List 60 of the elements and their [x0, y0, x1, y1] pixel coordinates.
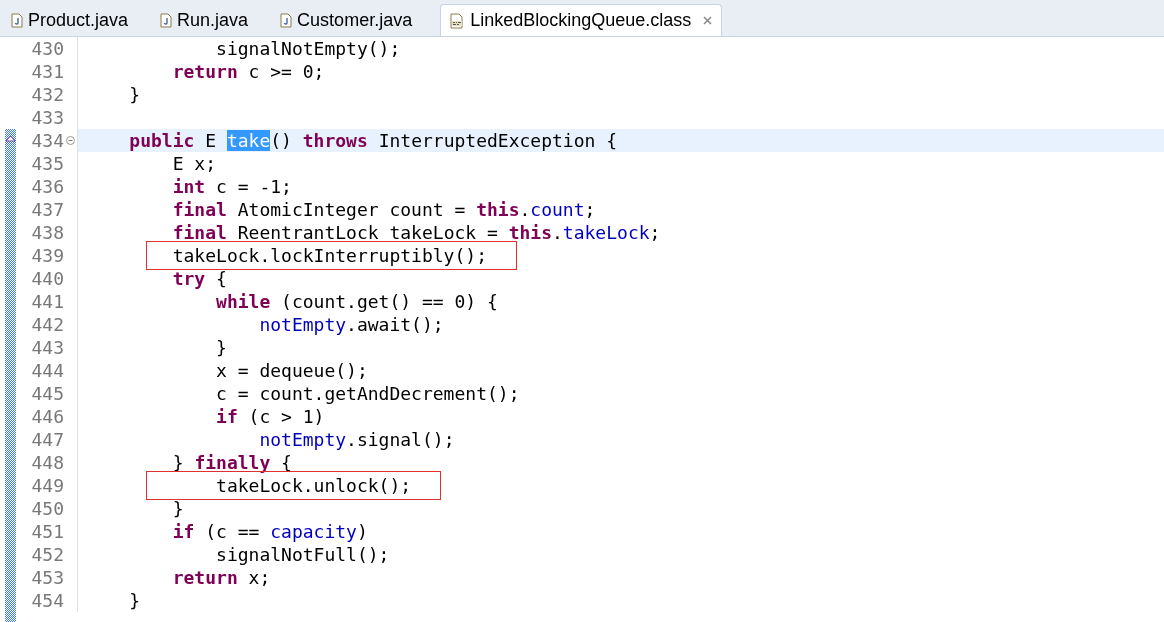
code-line: E x;	[171, 152, 217, 176]
line-number: 434	[31, 129, 64, 153]
code-line: }	[128, 589, 141, 613]
line-number: 437	[31, 198, 64, 222]
line-number: 452	[31, 543, 64, 567]
line-number: 449	[31, 474, 64, 498]
code-line: }	[128, 83, 141, 107]
code-line: int c = -1;	[171, 175, 292, 199]
line-number: 440	[31, 267, 64, 291]
code-line: notEmpty.await();	[258, 313, 444, 337]
code-line: x = dequeue();	[215, 359, 368, 383]
code-line: return x;	[171, 566, 271, 590]
code-line: if (c > 1)	[215, 405, 325, 429]
line-number: 442	[31, 313, 64, 337]
line-number: 448	[31, 451, 64, 475]
line-number: 446	[31, 405, 64, 429]
java-file-icon	[280, 12, 293, 28]
java-file-icon	[160, 12, 173, 28]
line-number: 430	[31, 37, 64, 61]
code-line: } finally {	[171, 451, 292, 475]
editor-tab[interactable]: Run.java	[152, 4, 273, 36]
line-number: 441	[31, 290, 64, 314]
line-number: 433	[31, 106, 64, 130]
code-line: final AtomicInteger count = this.count;	[171, 198, 596, 222]
class-file-icon	[449, 12, 466, 29]
code-line: takeLock.lockInterruptibly();	[171, 245, 487, 266]
code-line: public E take() throws InterruptedException {	[128, 129, 618, 153]
code-line: if (c == capacity)	[171, 520, 368, 544]
override-marker-icon	[5, 135, 16, 142]
line-number: 447	[31, 428, 64, 452]
code-line: final ReentrantLock takeLock = this.takeLock;	[171, 221, 661, 245]
code-line: }	[215, 336, 227, 360]
line-number: 450	[31, 497, 64, 521]
line-number: 445	[31, 382, 64, 406]
code-line: try {	[171, 267, 227, 291]
line-number: 432	[31, 83, 64, 107]
line-number: 444	[31, 359, 64, 383]
line-number: 454	[31, 589, 64, 613]
line-number: 443	[31, 336, 64, 360]
line-number: 431	[31, 60, 64, 84]
line-number: 438	[31, 221, 64, 245]
code-line: signalNotEmpty();	[215, 37, 401, 61]
editor-tab[interactable]: Product.java	[3, 4, 153, 36]
code-line: c = count.getAndDecrement();	[215, 382, 520, 406]
line-number: 435	[31, 152, 64, 176]
code-line: notEmpty.signal();	[258, 428, 455, 452]
code-line: }	[171, 497, 184, 521]
line-number: 451	[31, 520, 64, 544]
code-line: takeLock.unlock();	[215, 475, 412, 496]
code-line: signalNotFull();	[215, 543, 390, 567]
editor-tab[interactable]: LinkedBlockingQueue.class	[440, 4, 723, 36]
line-number: 453	[31, 566, 64, 590]
line-number: 436	[31, 175, 64, 199]
code-line: while (count.get() == 0) {	[215, 290, 498, 314]
line-number: 439	[31, 244, 64, 268]
java-file-icon	[11, 12, 23, 28]
code-line: return c >= 0;	[171, 60, 325, 84]
editor-tab[interactable]: Customer.java	[272, 4, 437, 36]
close-icon[interactable]	[702, 15, 714, 26]
collapse-icon[interactable]	[66, 136, 75, 145]
